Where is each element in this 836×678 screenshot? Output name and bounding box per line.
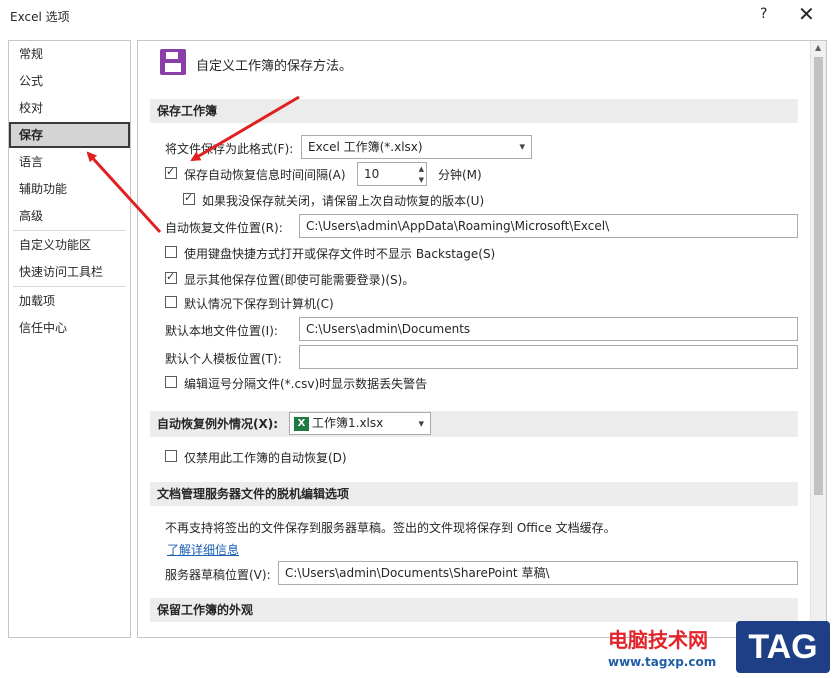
default-local-input[interactable]: C:\Users\admin\Documents — [299, 317, 798, 341]
options-nav: 常规 公式 校对 保存 语言 辅助功能 高级 自定义功能区 快速访问工具栏 加载… — [8, 40, 131, 638]
scrollbar-thumb[interactable] — [814, 57, 823, 495]
nav-item-proofing[interactable]: 校对 — [9, 95, 130, 121]
show-extra-locations-label: 显示其他保存位置(即使可能需要登录)(S)。 — [184, 273, 415, 287]
nav-divider — [13, 286, 126, 287]
save-to-computer-label: 默认情况下保存到计算机(C) — [184, 297, 334, 311]
keep-last-version-checkbox[interactable] — [183, 191, 195, 205]
save-format-select[interactable]: Excel 工作簿(*.xlsx) — [301, 135, 532, 159]
section-preserve-appearance: 保留工作簿的外观 — [150, 598, 798, 622]
keep-last-version-label: 如果我没保存就关闭，请保留上次自动恢复的版本(U) — [202, 194, 485, 208]
server-drafts-label: 服务器草稿位置(V): — [165, 568, 271, 582]
nav-divider — [13, 230, 126, 231]
watermark-url: www.tagxp.com — [608, 655, 717, 669]
nav-item-formulas[interactable]: 公式 — [9, 68, 130, 94]
spin-down-icon[interactable]: ▼ — [419, 169, 424, 185]
nav-item-language[interactable]: 语言 — [9, 149, 130, 175]
scroll-up-icon[interactable]: ▲ — [815, 43, 821, 52]
nav-item-trust-center[interactable]: 信任中心 — [9, 315, 130, 341]
no-backstage-checkbox[interactable] — [165, 246, 177, 258]
autorecover-interval-input[interactable]: 10 ▲ ▼ — [357, 162, 427, 186]
nav-item-accessibility[interactable]: 辅助功能 — [9, 176, 130, 202]
nav-item-advanced[interactable]: 高级 — [9, 203, 130, 229]
autorecover-label: 保存自动恢复信息时间间隔(A) — [184, 168, 346, 182]
colors-button[interactable] — [423, 637, 499, 638]
show-extra-locations-checkbox[interactable] — [165, 270, 177, 284]
nav-item-save[interactable]: 保存 — [9, 122, 130, 148]
offline-notice: 不再支持将签出的文件保存到服务器草稿。签出的文件现将保存到 Office 文档缓… — [165, 521, 616, 535]
csv-warning-checkbox[interactable] — [165, 376, 177, 388]
save-options-panel: 自定义工作簿的保存方法。 保存工作簿 将文件保存为此格式(F): Excel 工… — [137, 40, 827, 638]
title-bar: Excel 选项 ? ✕ — [0, 0, 836, 32]
autorecover-checkbox[interactable] — [165, 165, 177, 179]
interval-unit-label: 分钟(M) — [438, 168, 482, 182]
save-icon — [160, 49, 186, 75]
panel-scrollbar[interactable]: ▲ — [810, 41, 826, 637]
disable-autorecover-checkbox[interactable] — [165, 450, 177, 462]
watermark-site-name: 电脑技术网 — [608, 628, 708, 652]
section-save-workbooks: 保存工作簿 — [150, 99, 798, 123]
csv-warning-label: 编辑逗号分隔文件(*.csv)时显示数据丢失警告 — [184, 377, 428, 391]
nav-item-general[interactable]: 常规 — [9, 41, 130, 67]
window-title: Excel 选项 — [10, 10, 70, 24]
section-autorecover-exceptions: 自动恢复例外情况(X): — [150, 411, 798, 437]
section-offline-editing: 文档管理服务器文件的脱机编辑选项 — [150, 482, 798, 506]
nav-item-add-ins[interactable]: 加载项 — [9, 288, 130, 314]
excel-icon: X — [294, 416, 309, 431]
default-local-label: 默认本地文件位置(I): — [165, 324, 278, 338]
watermark-tag-logo: TAG — [736, 621, 830, 673]
autorecover-location-label: 自动恢复文件位置(R): — [165, 221, 283, 235]
save-to-computer-checkbox[interactable] — [165, 296, 177, 308]
nav-item-quick-access-toolbar[interactable]: 快速访问工具栏 — [9, 259, 130, 285]
default-template-label: 默认个人模板位置(T): — [165, 352, 282, 366]
close-button[interactable]: ✕ — [798, 2, 815, 26]
default-template-input[interactable] — [299, 345, 798, 369]
format-label: 将文件保存为此格式(F): — [165, 142, 294, 156]
nav-item-customize-ribbon[interactable]: 自定义功能区 — [9, 232, 130, 258]
help-button[interactable]: ? — [760, 6, 767, 22]
autorecover-workbook-select[interactable]: X 工作簿1.xlsx — [289, 412, 431, 435]
learn-more-link[interactable]: 了解详细信息 — [167, 541, 239, 558]
no-backstage-label: 使用键盘快捷方式打开或保存文件时不显示 Backstage(S) — [184, 247, 496, 261]
autorecover-location-input[interactable]: C:\Users\admin\AppData\Roaming\Microsoft… — [299, 214, 798, 238]
panel-heading-text: 自定义工作簿的保存方法。 — [196, 59, 353, 74]
server-drafts-input[interactable]: C:\Users\admin\Documents\SharePoint 草稿\ — [278, 561, 798, 585]
disable-autorecover-label: 仅禁用此工作簿的自动恢复(D) — [184, 451, 347, 465]
